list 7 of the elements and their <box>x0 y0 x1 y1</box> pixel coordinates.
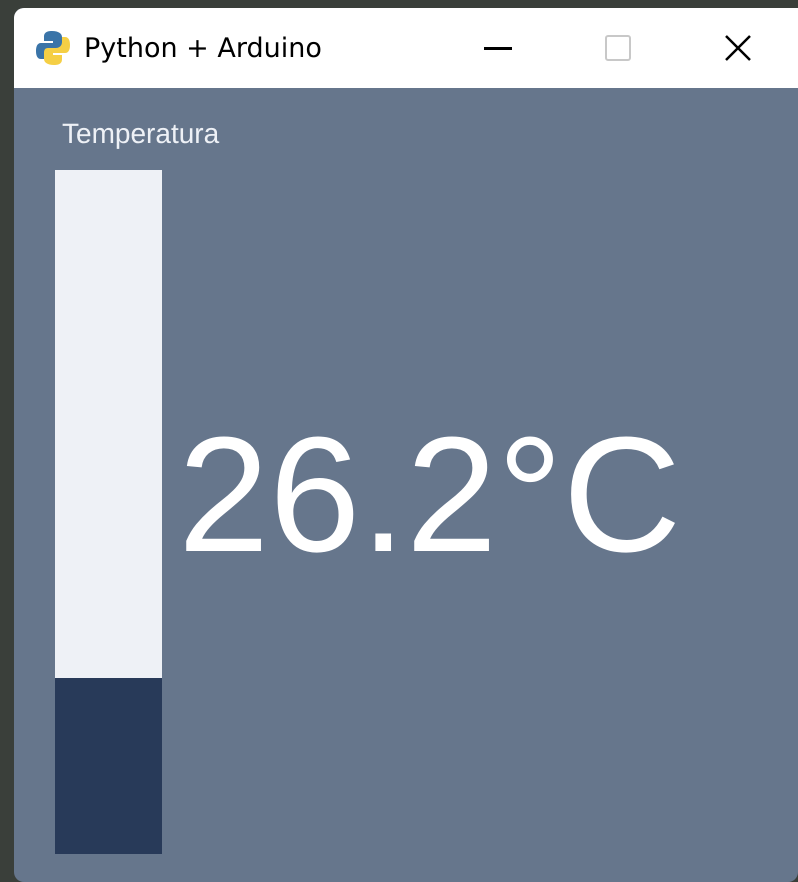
temperature-reading: 26.2°C <box>178 402 682 588</box>
minimize-icon <box>484 46 512 50</box>
gauge-label: Temperatura <box>62 118 220 150</box>
close-icon <box>724 34 752 62</box>
window-title: Python + Arduino <box>84 32 323 64</box>
maximize-icon <box>605 35 631 61</box>
snake-logo-icon <box>36 30 70 66</box>
